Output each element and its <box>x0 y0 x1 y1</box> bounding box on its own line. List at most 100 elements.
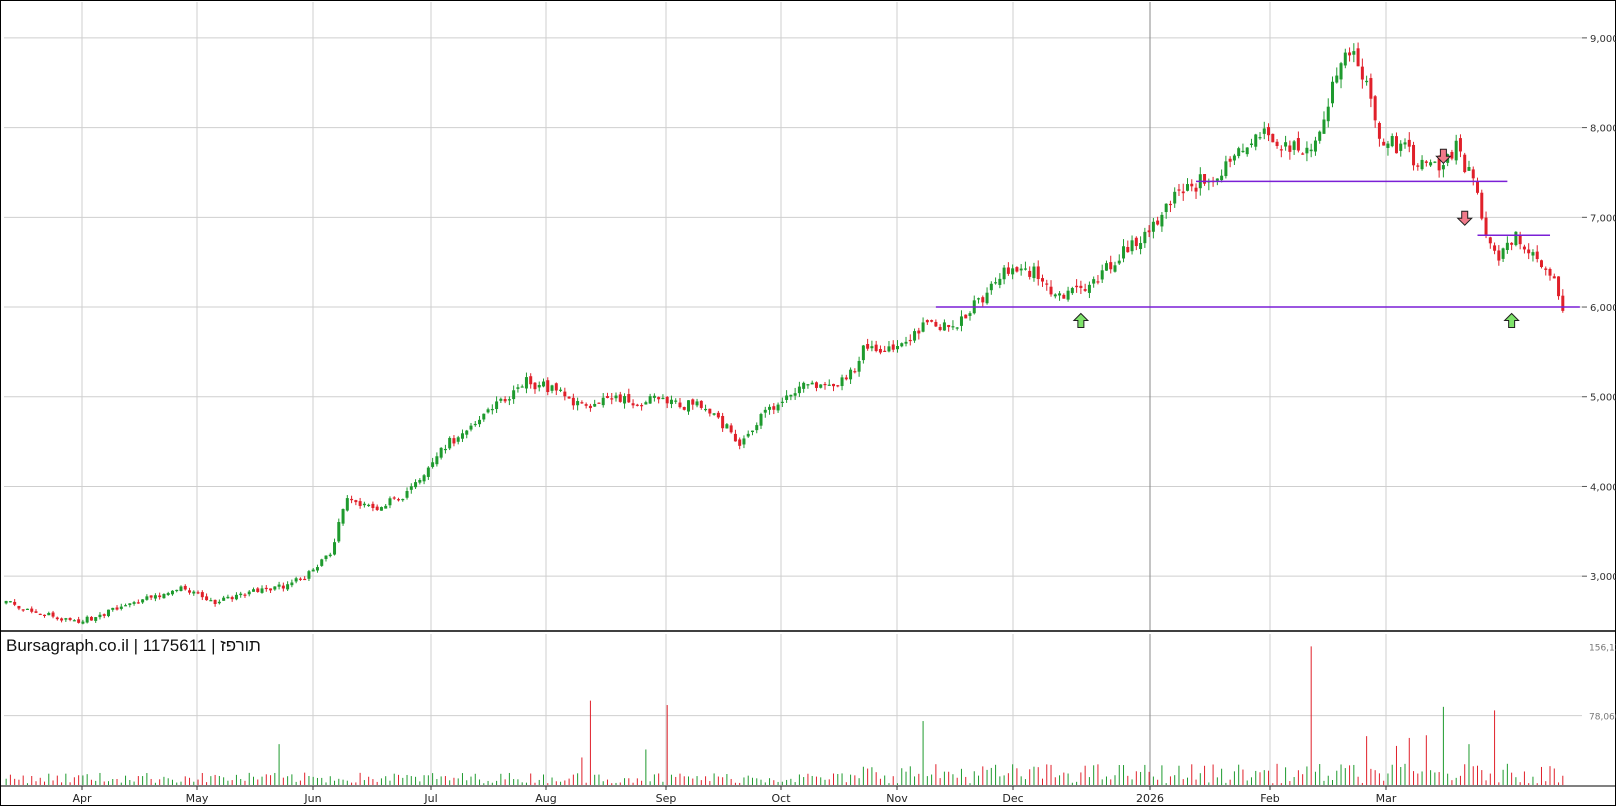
candle-down <box>1348 52 1352 56</box>
candle-down <box>158 595 162 598</box>
candle-up <box>768 406 772 410</box>
candle-down <box>1458 138 1462 152</box>
candle-up <box>776 404 780 411</box>
candle-up <box>132 602 136 604</box>
candle-down <box>1561 295 1565 311</box>
candle-down <box>1301 153 1305 155</box>
candle-up <box>687 400 691 412</box>
candle-up <box>435 456 439 465</box>
candle-down <box>1527 249 1531 254</box>
candle-down <box>30 608 34 612</box>
candle-down <box>1083 289 1087 291</box>
candle-up <box>443 448 447 451</box>
candle-up <box>192 591 196 594</box>
candle-down <box>1028 270 1032 277</box>
candle-up <box>260 588 264 593</box>
sell-arrow-icon <box>1456 210 1473 226</box>
volume-tick-label: 156,121 <box>1589 643 1616 653</box>
candle-down <box>1040 278 1044 282</box>
price-tick-label: 9,000 <box>1590 34 1616 45</box>
candle-down <box>947 324 951 328</box>
candle-down <box>588 405 592 409</box>
candle-down <box>51 612 55 617</box>
candle-down <box>938 326 942 330</box>
candle-down <box>358 501 362 506</box>
candle-down <box>563 391 567 397</box>
candle-down <box>503 399 507 402</box>
month-label: Oct <box>771 792 791 805</box>
candle-up <box>362 503 366 506</box>
candle-up <box>759 414 763 426</box>
candle-down <box>1015 267 1019 272</box>
candle-up <box>921 322 925 332</box>
month-label: Nov <box>886 792 908 805</box>
candle-up <box>439 447 443 458</box>
candle-down <box>1416 165 1420 167</box>
candle-up <box>1467 167 1471 171</box>
candle-up <box>286 584 290 590</box>
candle-up <box>456 437 460 442</box>
candle-up <box>1019 268 1023 271</box>
candle-down <box>657 397 661 400</box>
candle-up <box>465 430 469 435</box>
candle-down <box>567 396 571 399</box>
candle-up <box>942 322 946 331</box>
candle-down <box>1288 145 1292 152</box>
candle-up <box>1173 191 1177 204</box>
candle-up <box>1241 150 1245 153</box>
candle-down <box>1394 136 1398 154</box>
candle-down <box>1518 234 1522 245</box>
candle-up <box>1160 214 1164 227</box>
candle-up <box>712 413 716 415</box>
candle-down <box>1006 267 1010 274</box>
candle-up <box>1224 161 1228 177</box>
candle-up <box>695 401 699 406</box>
candle-down <box>533 382 537 390</box>
candle-down <box>691 399 695 405</box>
candle-down <box>930 320 934 322</box>
candle-down <box>188 590 192 593</box>
candle-up <box>1143 231 1147 244</box>
candle-up <box>209 600 213 602</box>
candle-up <box>307 571 311 579</box>
candle-up <box>861 345 865 361</box>
candle-down <box>605 396 609 398</box>
candle-up <box>955 327 959 329</box>
candle-down <box>665 396 669 404</box>
candle-up <box>333 542 337 555</box>
candle-up <box>473 423 477 426</box>
candle-down <box>1382 141 1386 146</box>
candle-up <box>226 596 230 599</box>
candle-up <box>1322 119 1326 134</box>
candle-down <box>908 339 912 342</box>
candle-up <box>294 578 298 582</box>
candle-up <box>328 554 332 557</box>
candle-down <box>256 588 260 592</box>
candle-up <box>644 402 648 405</box>
candle-up <box>217 601 221 604</box>
candle-up <box>1100 270 1104 280</box>
candle-up <box>1139 243 1143 250</box>
candle-up <box>85 616 89 623</box>
candle-up <box>448 437 452 449</box>
candle-up <box>669 399 673 405</box>
price-tick-label: 8,000 <box>1590 124 1616 135</box>
candle-up <box>1454 140 1458 161</box>
candle-up <box>819 384 823 388</box>
candle-up <box>1433 161 1437 163</box>
candle-up <box>341 509 345 524</box>
candle-up <box>507 399 511 401</box>
candle-up <box>1023 268 1027 270</box>
candle-up <box>47 612 51 616</box>
candle-down <box>13 601 17 605</box>
candle-up <box>273 586 277 590</box>
candle-up <box>1262 128 1266 134</box>
candle-down <box>1539 260 1543 268</box>
candle-up <box>1164 203 1168 213</box>
candle-down <box>38 613 42 616</box>
candle-up <box>124 605 128 607</box>
candle-down <box>1510 242 1514 245</box>
candle-up <box>234 594 238 600</box>
candle-down <box>874 344 878 352</box>
candle-up <box>977 298 981 300</box>
